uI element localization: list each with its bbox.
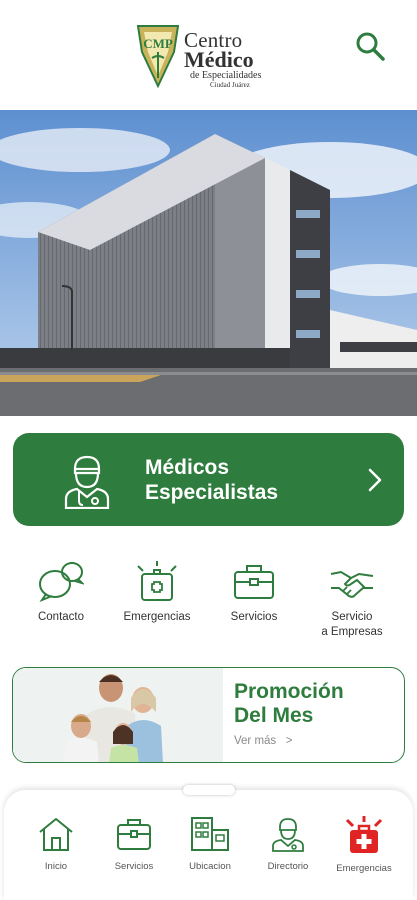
servicio-empresas-action[interactable]: Servicio a Empresas xyxy=(307,560,397,640)
home-icon xyxy=(39,818,73,851)
first-aid-icon xyxy=(137,561,177,601)
servicios-label: Servicios xyxy=(230,611,278,623)
briefcase-icon xyxy=(234,565,274,599)
servicios-action[interactable]: Servicios xyxy=(209,560,299,625)
logo-line-medico: Médico xyxy=(184,47,254,72)
nav-servicios[interactable]: Servicios xyxy=(94,816,174,872)
logo-line-ciudad: Ciudad Juárez xyxy=(210,81,250,89)
doctor-icon xyxy=(64,455,110,509)
nav-ubicacion-label: Ubicacion xyxy=(189,861,231,872)
svg-text:CMP: CMP xyxy=(143,36,173,51)
promo-line2: Del Mes xyxy=(234,704,314,727)
nav-ubicacion[interactable]: Ubicacion xyxy=(170,816,250,872)
promocion-del-mes-card[interactable]: Promoción Del Mes Ver más > xyxy=(12,667,405,763)
nav-inicio-label: Inicio xyxy=(44,861,68,872)
centro-medico-logo: CMP Centro Médico de Especialidades Ciud… xyxy=(134,22,284,94)
handshake-icon xyxy=(330,570,374,598)
emergency-icon xyxy=(345,816,383,853)
contacto-action[interactable]: Contacto xyxy=(16,560,106,625)
nav-emergencias-label: Emergencias xyxy=(336,863,392,874)
nav-servicios-label: Servicios xyxy=(114,861,154,872)
sheet-drag-handle[interactable] xyxy=(183,785,235,795)
doctor-icon xyxy=(272,818,304,852)
nav-directorio[interactable]: Directorio xyxy=(248,816,328,872)
chat-bubbles-icon xyxy=(39,562,84,602)
cmp-shield-icon: CMP xyxy=(136,25,180,89)
ver-mas-link[interactable]: Ver más > xyxy=(234,735,292,747)
family-photo xyxy=(13,668,223,762)
nav-inicio[interactable]: Inicio xyxy=(16,816,96,872)
promo-line1: Promoción xyxy=(234,680,344,703)
emergencias-label: Emergencias xyxy=(123,611,191,623)
promo-title: Promoción Del Mes xyxy=(234,680,344,728)
medicos-especialistas-button[interactable]: Médicos Especialistas xyxy=(13,433,404,526)
contacto-label: Contacto xyxy=(37,611,85,623)
logo-line-especialidades: de Especialidades xyxy=(190,70,262,81)
servicio-empresas-label: Servicio a Empresas xyxy=(321,611,383,638)
medicos-label: Médicos Especialistas xyxy=(145,455,278,505)
medicos-line2: Especialistas xyxy=(145,481,279,504)
briefcase-icon xyxy=(117,819,151,850)
search-icon[interactable] xyxy=(354,30,386,62)
logo-text: Centro Médico de Especialidades Ciudad J… xyxy=(184,30,261,90)
nav-directorio-label: Directorio xyxy=(267,861,309,872)
nav-emergencias[interactable]: Emergencias xyxy=(324,816,404,874)
emergencias-action[interactable]: Emergencias xyxy=(112,560,202,625)
building-icon xyxy=(191,817,229,851)
hospital-building-photo xyxy=(0,110,417,416)
chevron-right-icon xyxy=(368,468,382,492)
hero-illustration xyxy=(0,110,417,416)
app-header: CMP Centro Médico de Especialidades Ciud… xyxy=(0,0,417,110)
medicos-line1: Médicos xyxy=(145,456,230,479)
